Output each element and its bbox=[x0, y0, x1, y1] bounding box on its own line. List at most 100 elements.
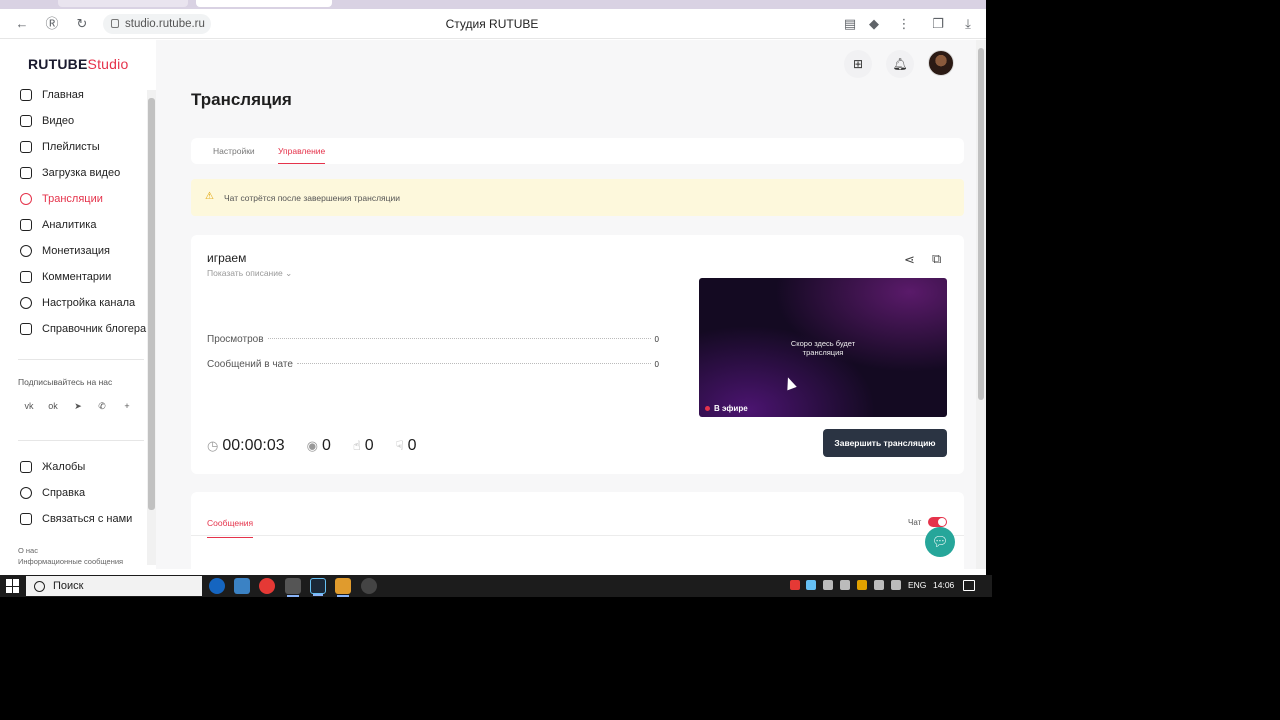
avatar[interactable] bbox=[928, 50, 954, 76]
share-icon[interactable]: ⋖ bbox=[904, 252, 915, 268]
bookmark-icon[interactable]: ◆ bbox=[866, 16, 882, 32]
sidebar-item-home[interactable]: Главная bbox=[20, 84, 152, 106]
support-chat-button[interactable]: 💬︎ bbox=[925, 527, 955, 557]
tab-messages[interactable]: Сообщения bbox=[207, 518, 254, 538]
notifications-button[interactable]: 🔔︎ bbox=[886, 50, 914, 78]
download-icon[interactable]: ⤓ bbox=[960, 16, 976, 32]
sidebar-scrollbar-thumb[interactable] bbox=[148, 98, 155, 510]
tray-app-icon[interactable] bbox=[790, 580, 800, 590]
explorer-icon[interactable] bbox=[234, 578, 250, 594]
chat-toggle[interactable] bbox=[928, 517, 947, 527]
sidebar-item-blogger-guide[interactable]: Справочник блогера bbox=[20, 318, 152, 340]
browser-tab-active[interactable] bbox=[196, 0, 332, 7]
sidebar-item-broadcasts[interactable]: Трансляции bbox=[20, 188, 152, 210]
sidebar-item-channel-settings[interactable]: Настройка канала bbox=[20, 292, 152, 314]
sidebar-item-label: Плейлисты bbox=[42, 141, 100, 153]
sidebar-item-analytics[interactable]: Аналитика bbox=[20, 214, 152, 236]
tab-settings[interactable]: Настройки bbox=[213, 146, 255, 156]
sidebar-item-contact[interactable]: Связаться с нами bbox=[20, 508, 152, 530]
obs-app-icon[interactable] bbox=[335, 578, 351, 597]
likes-value: 0 bbox=[364, 437, 374, 454]
page-title: Трансляция bbox=[191, 90, 292, 109]
add-content-button[interactable]: ⊞ bbox=[844, 50, 872, 78]
sidebar-item-label: Справка bbox=[42, 487, 86, 499]
sidebar-item-upload[interactable]: Загрузка видео bbox=[20, 162, 152, 184]
logo-accent: Studio bbox=[87, 56, 129, 72]
live-badge: В эфире bbox=[705, 404, 748, 413]
browser-tab-inactive[interactable] bbox=[58, 0, 188, 7]
about-link[interactable]: О нас bbox=[18, 545, 123, 556]
gear-icon bbox=[20, 297, 32, 309]
stat-row-chat-messages: Сообщений в чате 0 bbox=[207, 359, 659, 370]
page-tabs: Настройки Управление bbox=[191, 138, 964, 164]
tray-steam-icon[interactable] bbox=[806, 580, 816, 590]
stat-label: Просмотров bbox=[207, 334, 264, 345]
back-icon[interactable]: ← bbox=[14, 16, 30, 32]
settings-app-icon[interactable] bbox=[361, 578, 377, 594]
menu-icon[interactable]: ⋮ bbox=[896, 16, 912, 32]
chat-warning-banner: ⚠ Чат сотрётся после завершения трансляц… bbox=[191, 179, 964, 216]
sidebar-item-monetization[interactable]: Монетизация bbox=[20, 240, 152, 262]
warning-text: Чат сотрётся после завершения трансляции bbox=[224, 193, 401, 203]
tab-management[interactable]: Управление bbox=[278, 146, 326, 164]
steam-icon[interactable] bbox=[310, 578, 326, 596]
yandex-icon[interactable]: Ⓡ bbox=[44, 16, 60, 32]
telegram-icon[interactable]: ➤ bbox=[71, 399, 85, 413]
viber-icon[interactable]: ✆ bbox=[95, 399, 109, 413]
sidebar-item-video[interactable]: Видео bbox=[20, 110, 152, 132]
stat-value: 0 bbox=[654, 335, 659, 344]
sidebar-item-label: Справочник блогера bbox=[42, 323, 147, 335]
end-stream-button[interactable]: Завершить трансляцию bbox=[823, 429, 947, 457]
tray-security-icon[interactable] bbox=[857, 580, 867, 590]
mail-icon bbox=[20, 513, 32, 525]
plus-icon[interactable]: + bbox=[120, 399, 134, 413]
stat-row-views: Просмотров 0 bbox=[207, 334, 659, 345]
likes-metric: ☝ 0 bbox=[353, 437, 374, 455]
messages-divider bbox=[191, 535, 964, 536]
bell-icon: 🔔︎ bbox=[892, 57, 908, 71]
sidebar-item-complaints[interactable]: Жалобы bbox=[20, 456, 152, 478]
lock-icon bbox=[111, 19, 119, 28]
sidebar-scrollbar[interactable] bbox=[147, 90, 156, 565]
rutube-studio-logo[interactable]: RUTUBEStudio bbox=[28, 56, 128, 72]
sidebar-item-label: Загрузка видео bbox=[42, 167, 121, 179]
sidebar-item-comments[interactable]: Комментарии bbox=[20, 266, 152, 288]
microphone-icon[interactable] bbox=[823, 580, 833, 590]
live-dot-icon bbox=[705, 406, 710, 411]
sidebar-item-playlists[interactable]: Плейлисты bbox=[20, 136, 152, 158]
info-messages-link[interactable]: Информационные сообщения bbox=[18, 556, 123, 567]
stream-preview[interactable]: Скоро здесь будет трансляция В эфире bbox=[699, 278, 947, 417]
sidebar-item-label: Монетизация bbox=[42, 245, 110, 257]
vk-icon[interactable]: vk bbox=[22, 399, 36, 413]
external-link-icon[interactable]: ⧉ bbox=[932, 251, 941, 267]
show-description-toggle[interactable]: Показать описание ⌄ bbox=[207, 268, 292, 279]
volume-icon[interactable] bbox=[891, 580, 901, 590]
dislikes-value: 0 bbox=[407, 437, 417, 454]
page-scrollbar-thumb[interactable] bbox=[978, 48, 984, 400]
sidebar-item-help[interactable]: Справка bbox=[20, 482, 152, 504]
sidebar-item-label: Жалобы bbox=[42, 461, 86, 473]
taskbar-search[interactable]: Поиск bbox=[26, 576, 202, 596]
studio-page: RUTUBEStudio Главная Видео Плейлисты Заг… bbox=[6, 40, 976, 569]
home-icon bbox=[20, 89, 32, 101]
edge-icon[interactable] bbox=[209, 578, 225, 594]
yandex-app-icon[interactable] bbox=[285, 578, 301, 597]
url-field[interactable]: studio.rutube.ru bbox=[103, 14, 211, 34]
ok-icon[interactable]: ok bbox=[46, 399, 60, 413]
notification-center-icon[interactable] bbox=[963, 580, 975, 591]
windows-start-button[interactable] bbox=[6, 579, 20, 593]
tray-shield-icon[interactable] bbox=[840, 580, 850, 590]
sidebar-item-label: Трансляции bbox=[42, 193, 103, 205]
sidebar-divider bbox=[18, 440, 144, 441]
stat-value: 0 bbox=[654, 360, 659, 369]
reload-icon[interactable]: ↻ bbox=[74, 16, 90, 32]
network-icon[interactable] bbox=[874, 580, 884, 590]
reader-icon[interactable]: ▤ bbox=[842, 16, 858, 32]
page-scrollbar[interactable] bbox=[976, 40, 986, 569]
taskbar-clock[interactable]: 14:06 bbox=[933, 580, 954, 590]
collections-icon[interactable]: ❐ bbox=[930, 16, 946, 32]
playlist-icon bbox=[20, 141, 32, 153]
language-indicator[interactable]: ENG bbox=[908, 580, 926, 590]
yandex-browser-icon[interactable] bbox=[259, 578, 275, 594]
header-actions: ⊞ 🔔︎ bbox=[844, 50, 954, 78]
